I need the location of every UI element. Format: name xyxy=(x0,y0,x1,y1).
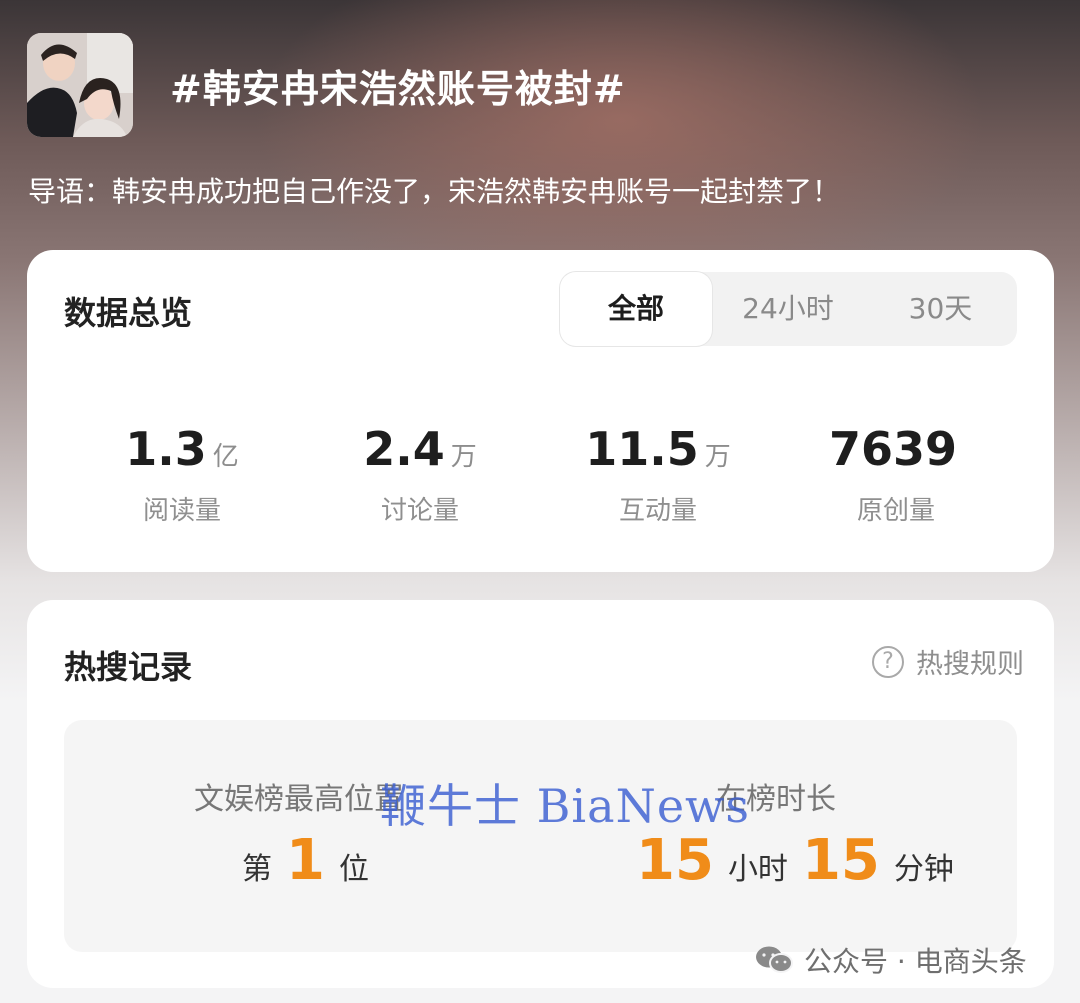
hot-search-rules-link[interactable]: ? 热搜规则 xyxy=(872,642,1024,681)
record-panel: 文娱榜最高位置 第 1 位 在榜时长 15 小时 15 分钟 xyxy=(64,720,1017,952)
stat-reads-label: 阅读量 xyxy=(142,496,221,526)
highest-position-prefix: 第 xyxy=(242,852,272,887)
time-range-segmented-control: 全部 24小时 30天 xyxy=(560,272,1017,346)
stat-interactions: 11.5 万 互动量 xyxy=(538,422,778,527)
tab-30-days[interactable]: 30天 xyxy=(864,272,1017,346)
topic-title: #韩安冉宋浩然账号被封# xyxy=(170,67,626,111)
duration-hours-unit: 小时 xyxy=(727,852,788,887)
stat-original-posts: 7639 原创量 xyxy=(776,422,1016,527)
stat-discussions-label: 讨论量 xyxy=(380,496,459,526)
highest-position-value: 第 1 位 xyxy=(242,828,369,893)
source-mark: 公众号 · 电商头条 xyxy=(754,940,1027,980)
stat-interactions-value: 11.5 xyxy=(585,422,699,476)
stat-reads-unit: 亿 xyxy=(212,442,239,472)
question-circle-icon: ? xyxy=(872,645,904,678)
stat-reads: 1.3 亿 阅读量 xyxy=(62,422,302,527)
stat-discussions-value: 2.4 xyxy=(363,422,445,476)
highest-position-suffix: 位 xyxy=(338,852,369,887)
highest-position-number: 1 xyxy=(286,828,325,893)
duration-minutes: 15 xyxy=(801,828,880,893)
stat-discussions: 2.4 万 讨论量 xyxy=(300,422,540,527)
tab-all[interactable]: 全部 xyxy=(560,272,712,346)
highest-position-label: 文娱榜最高位置 xyxy=(194,782,404,817)
stat-reads-value: 1.3 xyxy=(125,422,207,476)
stat-original-posts-value: 7639 xyxy=(828,422,958,476)
stat-interactions-unit: 万 xyxy=(704,442,731,472)
tab-24-hours[interactable]: 24小时 xyxy=(712,272,864,346)
topic-lead: 导语：韩安冉成功把自己作没了，宋浩然韩安冉账号一起封禁了！ xyxy=(28,175,841,208)
data-overview-card: 数据总览 全部 24小时 30天 1.3 亿 阅读量 2.4 万 讨论量 11.5 万… xyxy=(27,250,1054,572)
duration-hours: 15 xyxy=(636,828,714,893)
duration-minutes-unit: 分钟 xyxy=(893,852,954,887)
stat-discussions-unit: 万 xyxy=(450,442,477,472)
source-label: 公众号 · 电商头条 xyxy=(804,945,1027,978)
stat-original-posts-label: 原创量 xyxy=(856,496,935,526)
topic-thumbnail xyxy=(27,33,133,137)
wechat-icon xyxy=(756,946,793,973)
hot-search-rules-label: 热搜规则 xyxy=(916,649,1024,680)
stat-interactions-label: 互动量 xyxy=(618,496,697,526)
watermark: 鞭牛士 BiaNews xyxy=(380,779,751,833)
duration-value: 15 小时 15 分钟 xyxy=(636,828,954,893)
hot-search-title: 热搜记录 xyxy=(64,648,193,686)
overview-title: 数据总览 xyxy=(64,294,193,332)
